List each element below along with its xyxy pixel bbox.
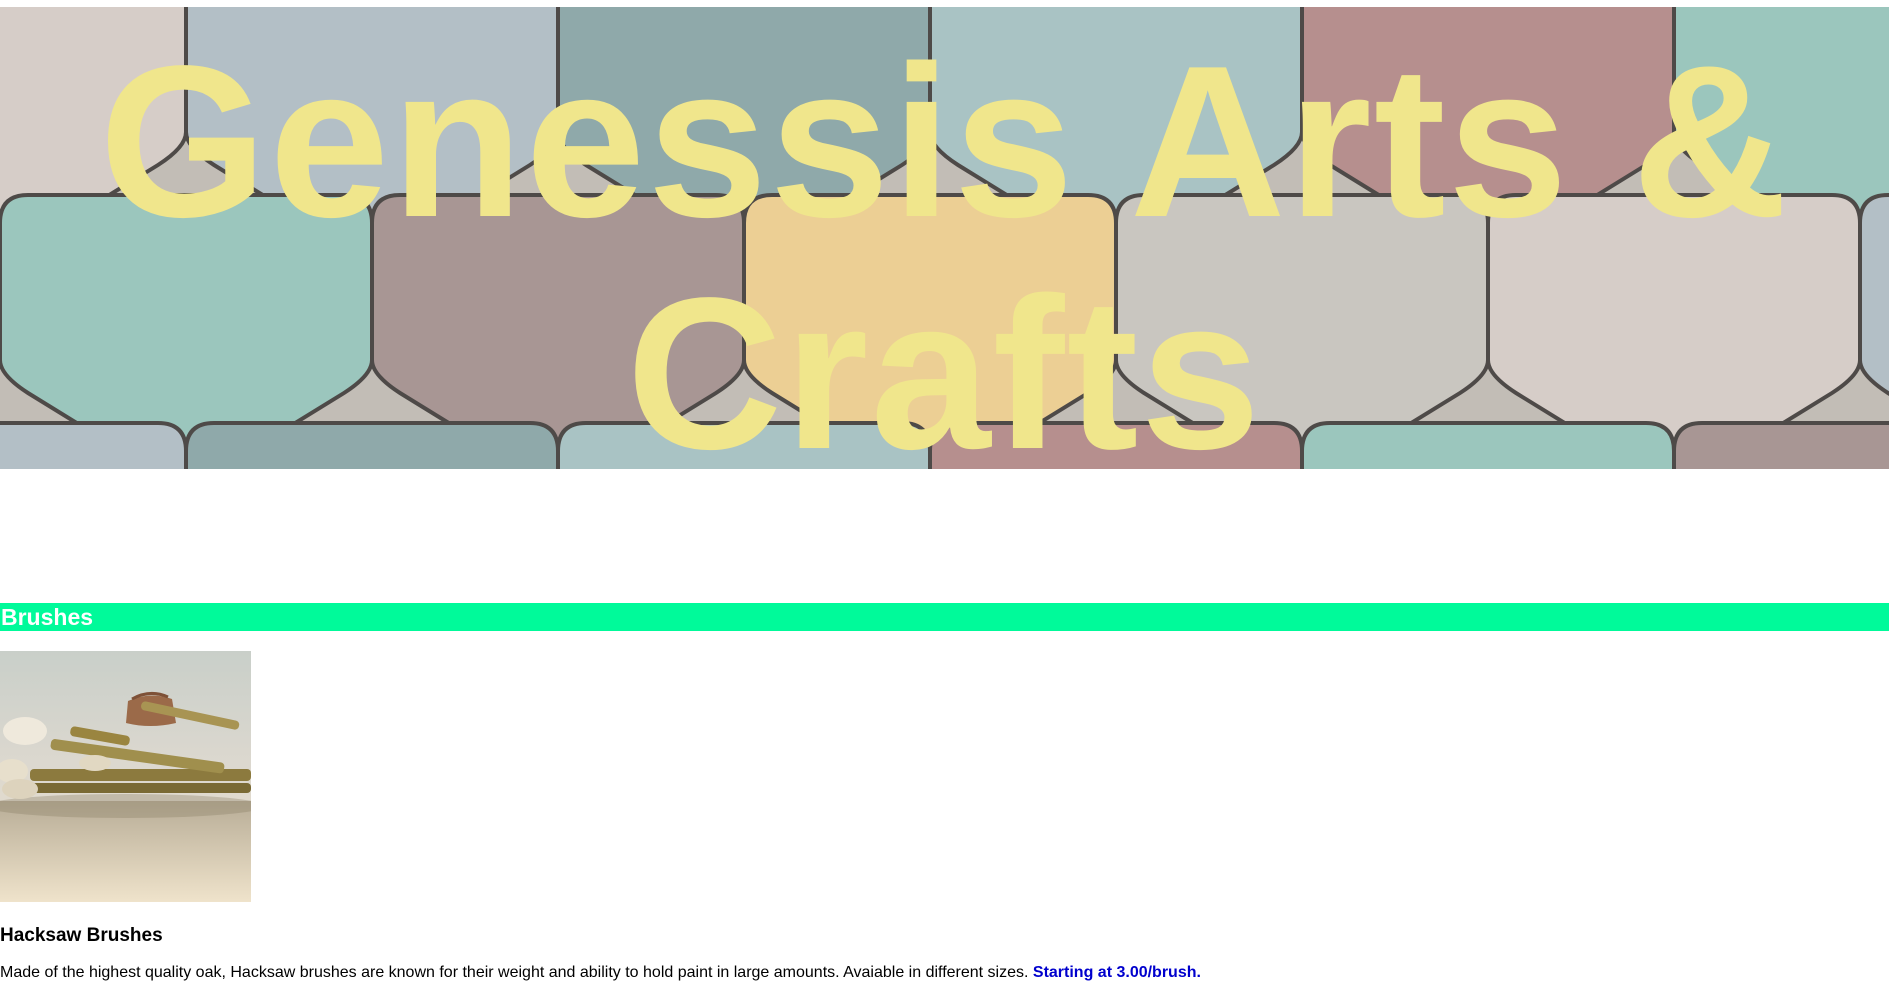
- section-heading-bar: Brushes: [0, 603, 1889, 631]
- product-name: Hacksaw Brushes: [0, 925, 163, 946]
- site-title: Genessis Arts & Crafts: [99, 20, 1790, 469]
- product-description-line: Made of the highest quality oak, Hacksaw…: [0, 963, 1201, 983]
- paint-brushes-photo: [0, 651, 251, 902]
- product-price: Starting at 3.00/brush.: [1032, 964, 1201, 981]
- hero-banner: Genessis Arts & Crafts: [0, 7, 1889, 469]
- product-description: Made of the highest quality oak, Hacksaw…: [0, 964, 1029, 981]
- section-heading: Brushes: [1, 604, 94, 630]
- product-image: [0, 651, 251, 902]
- page: Genessis Arts & Crafts Brushes Hacksaw B…: [0, 0, 1889, 994]
